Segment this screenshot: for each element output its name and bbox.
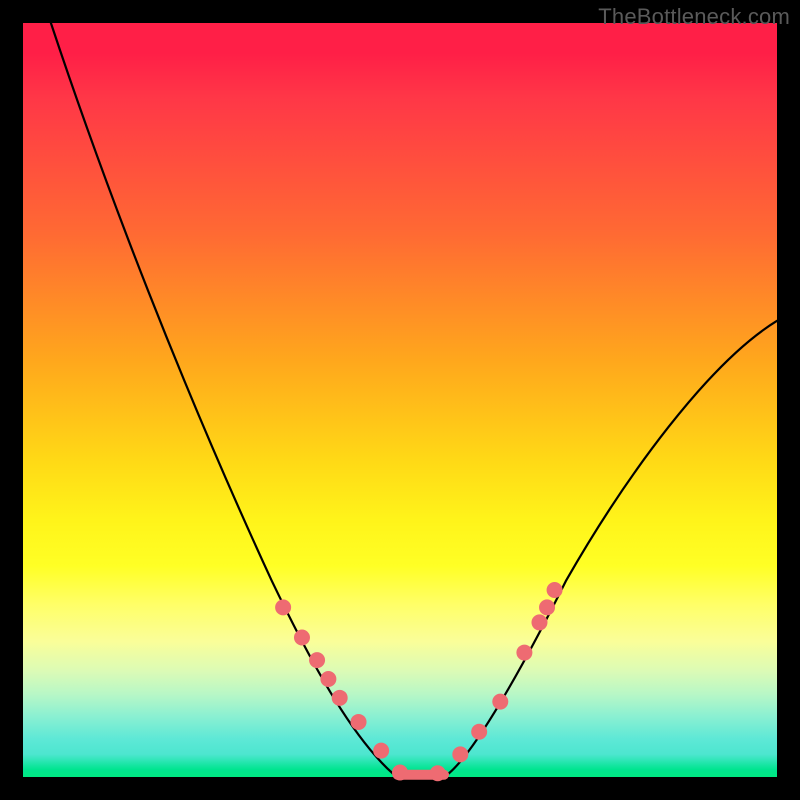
- chart-plot-area: [23, 23, 777, 777]
- watermark-text: TheBottleneck.com: [598, 4, 790, 30]
